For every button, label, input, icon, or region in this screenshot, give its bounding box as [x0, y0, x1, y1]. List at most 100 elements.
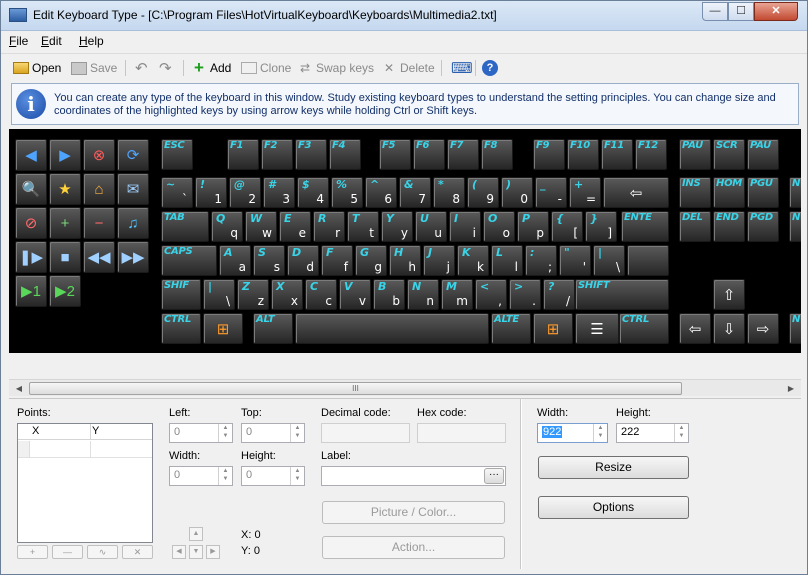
- key-caps[interactable]: CAPS: [161, 245, 217, 276]
- key-9[interactable]: (9: [467, 177, 499, 208]
- delete-point-button[interactable]: ✕: [122, 545, 153, 559]
- key-enter[interactable]: ENTE: [621, 211, 669, 242]
- redo-button[interactable]: ↷: [159, 58, 172, 78]
- key-up[interactable]: ⇧: [713, 279, 745, 310]
- keyboard-height-spinner[interactable]: ▲ ▼: [674, 424, 688, 442]
- key-2[interactable]: @2: [229, 177, 261, 208]
- scroll-thumb[interactable]: III: [29, 382, 682, 395]
- horizontal-scrollbar[interactable]: ◀ III ▶: [9, 379, 801, 396]
- key-f5[interactable]: F5: [379, 139, 411, 170]
- key-mute[interactable]: ⊘: [15, 207, 47, 239]
- key-f3[interactable]: F3: [295, 139, 327, 170]
- key-6[interactable]: ^ 6: [365, 177, 397, 208]
- key-f7[interactable]: F7: [447, 139, 479, 170]
- key-favorites[interactable]: ★: [49, 173, 81, 205]
- left-input[interactable]: 0 ▲ ▼: [169, 423, 233, 443]
- key-ctrl-left[interactable]: CTRL: [161, 313, 201, 344]
- key-play-pause[interactable]: ❚▶: [15, 241, 47, 273]
- key-q[interactable]: Qq: [211, 211, 243, 242]
- key-home[interactable]: ⌂: [83, 173, 115, 205]
- menu-edit[interactable]: Edit: [41, 34, 62, 48]
- key-f1[interactable]: F1: [227, 139, 259, 170]
- key-r1[interactable]: N: [789, 177, 801, 208]
- key-volume-up[interactable]: +: [49, 207, 81, 239]
- key-`[interactable]: ~ `: [161, 177, 193, 208]
- key-z[interactable]: Zz: [237, 279, 269, 310]
- key-e[interactable]: Ee: [279, 211, 311, 242]
- key--[interactable]: _ -: [535, 177, 567, 208]
- key-win-left[interactable]: ⊞: [203, 313, 243, 344]
- key-0[interactable]: ) 0: [501, 177, 533, 208]
- key-h[interactable]: Hh: [389, 245, 421, 276]
- key-shift-right[interactable]: SHIFT: [575, 279, 669, 310]
- key-s[interactable]: Ss: [253, 245, 285, 276]
- height-input[interactable]: 0 ▲ ▼: [241, 466, 305, 486]
- picture-color-button[interactable]: Picture / Color...: [322, 501, 505, 524]
- key-f2[interactable]: F2: [261, 139, 293, 170]
- top-input[interactable]: 0 ▲ ▼: [241, 423, 305, 443]
- key-[[interactable]: {[: [551, 211, 583, 242]
- key-alt-right[interactable]: ALTE: [491, 313, 531, 344]
- key-b[interactable]: Bb: [373, 279, 405, 310]
- minimize-button[interactable]: —: [702, 2, 728, 21]
- keyboard-width-input[interactable]: 922 ▲ ▼: [537, 423, 608, 443]
- key-5[interactable]: % 5: [331, 177, 363, 208]
- scroll-right-icon[interactable]: ▶: [783, 382, 799, 395]
- key-r3[interactable]: N: [789, 313, 801, 344]
- key-d[interactable]: Dd: [287, 245, 319, 276]
- key-ctrl-right[interactable]: CTRL: [619, 313, 669, 344]
- swap-keys-button[interactable]: ⇄ Swap keys: [297, 58, 374, 78]
- key-;[interactable]: :;: [525, 245, 557, 276]
- key-refresh[interactable]: ⟳: [117, 139, 149, 171]
- key-u[interactable]: Uu: [415, 211, 447, 242]
- key-4[interactable]: $4: [297, 177, 329, 208]
- key-m[interactable]: Mm: [441, 279, 473, 310]
- key-t[interactable]: Tt: [347, 211, 379, 242]
- key-right[interactable]: ⇨: [747, 313, 779, 344]
- key-pau[interactable]: PAU: [747, 139, 779, 170]
- key-win-right[interactable]: ⊞: [533, 313, 573, 344]
- keyboard-width-spinner[interactable]: ▲ ▼: [593, 424, 607, 442]
- save-button[interactable]: Save: [71, 58, 117, 78]
- key-i[interactable]: Ii: [449, 211, 481, 242]
- nudge-left-button[interactable]: ◀: [172, 545, 186, 559]
- height-spinner[interactable]: ▲ ▼: [290, 467, 304, 485]
- key-y[interactable]: Yy: [381, 211, 413, 242]
- top-spinner[interactable]: ▲ ▼: [290, 424, 304, 442]
- open-button[interactable]: Open: [13, 58, 61, 78]
- key-a[interactable]: Aa: [219, 245, 251, 276]
- key-r[interactable]: Rr: [313, 211, 345, 242]
- key-.[interactable]: >.: [509, 279, 541, 310]
- maximize-button[interactable]: ☐: [728, 2, 754, 21]
- nudge-up-button[interactable]: ▲: [189, 527, 203, 541]
- key-f11[interactable]: F11: [601, 139, 633, 170]
- key-backspace[interactable]: ⇦: [603, 177, 669, 208]
- keyboard-view-button[interactable]: ⌨: [451, 58, 473, 78]
- key-p[interactable]: Pp: [517, 211, 549, 242]
- key-v[interactable]: Vv: [339, 279, 371, 310]
- key-f4[interactable]: F4: [329, 139, 361, 170]
- key-x[interactable]: Xx: [271, 279, 303, 310]
- key-next-track[interactable]: ▶▶: [117, 241, 149, 273]
- key-,[interactable]: <,: [475, 279, 507, 310]
- help-button[interactable]: ?: [482, 58, 498, 78]
- left-spinner[interactable]: ▲ ▼: [218, 424, 232, 442]
- add-point-button[interactable]: +: [17, 545, 48, 559]
- key-n[interactable]: Nn: [407, 279, 439, 310]
- key-l[interactable]: Ll: [491, 245, 523, 276]
- key-left[interactable]: ⇦: [679, 313, 711, 344]
- close-button[interactable]: ✕: [754, 2, 798, 21]
- key-][interactable]: }]: [585, 211, 617, 242]
- key-f6[interactable]: F6: [413, 139, 445, 170]
- key-app2[interactable]: ▶2: [49, 275, 81, 307]
- key-=[interactable]: + =: [569, 177, 601, 208]
- add-button[interactable]: + Add: [191, 58, 231, 78]
- width-spinner[interactable]: ▲ ▼: [218, 467, 232, 485]
- clone-button[interactable]: Clone: [241, 58, 291, 78]
- key-del[interactable]: DEL: [679, 211, 711, 242]
- menu-file[interactable]: File: [9, 34, 28, 48]
- key-mail[interactable]: ✉: [117, 173, 149, 205]
- key-\[interactable]: | \: [203, 279, 235, 310]
- key-esc[interactable]: ESC: [161, 139, 193, 170]
- key-end[interactable]: END: [713, 211, 745, 242]
